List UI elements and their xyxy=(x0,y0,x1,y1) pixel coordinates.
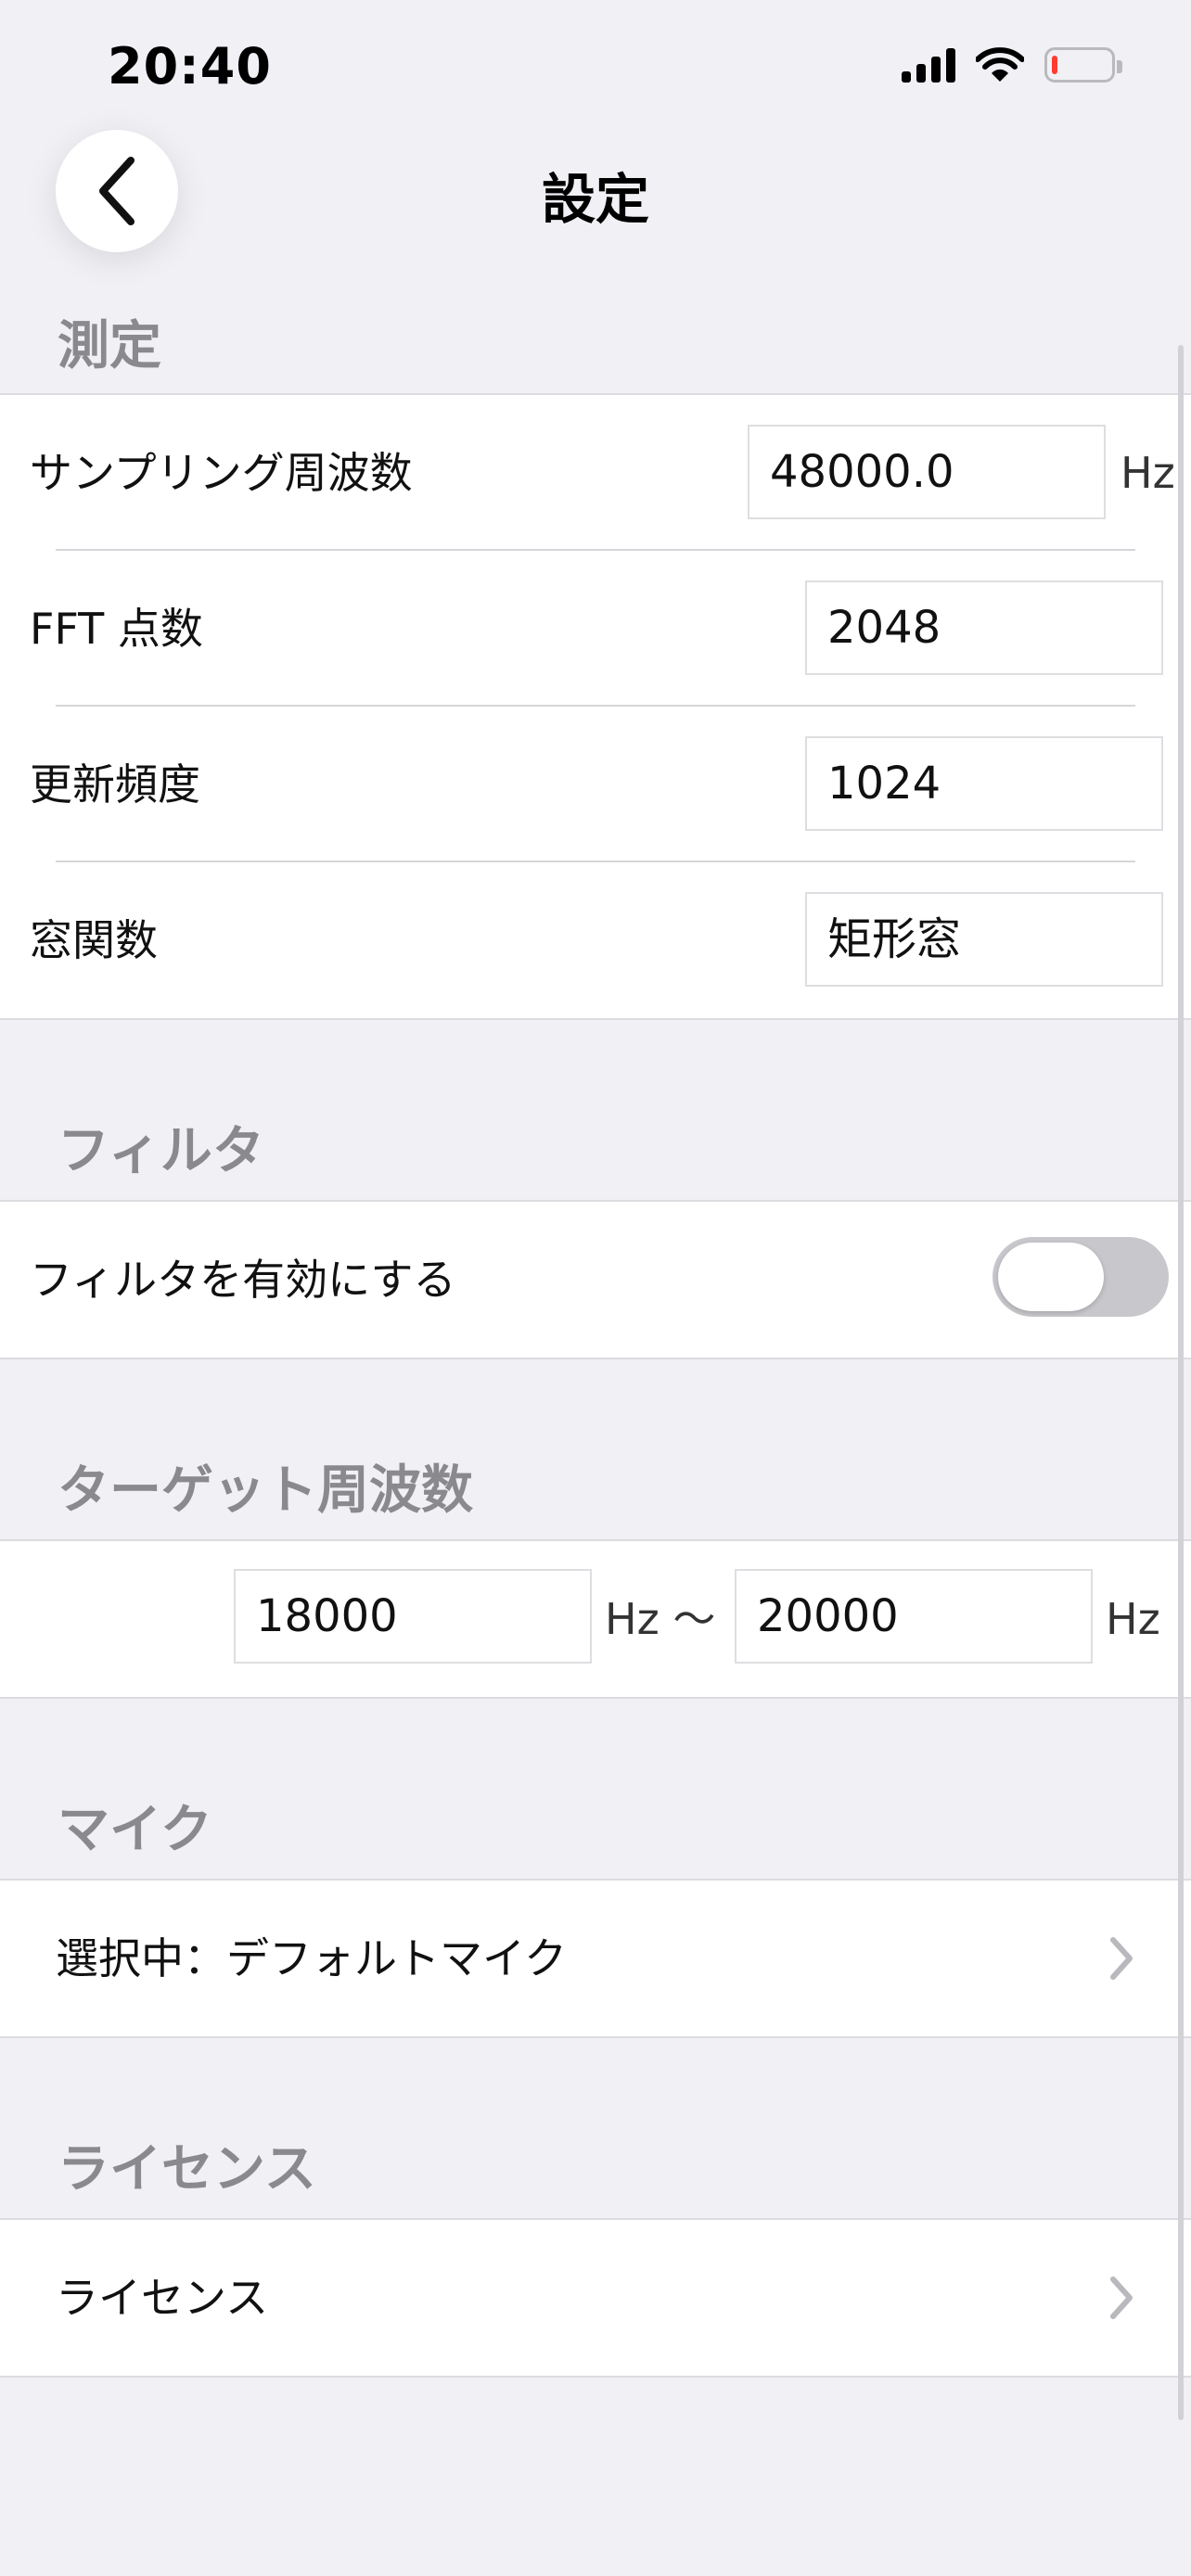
license-group: ライセンス xyxy=(0,2218,1191,2378)
window-function-input[interactable]: 矩形窓 xyxy=(805,892,1163,987)
filter-enable-row: フィルタを有効にする xyxy=(0,1202,1191,1358)
target-frequency-min-unit: Hz 〜 xyxy=(605,1594,716,1644)
mic-select-row[interactable]: 選択中：デフォルトマイク xyxy=(0,1881,1191,2036)
scroll-indicator[interactable] xyxy=(1178,345,1184,2420)
filter-enable-toggle[interactable] xyxy=(992,1237,1169,1317)
fft-points-label: FFT 点数 xyxy=(30,604,203,654)
section-header-mic: マイク xyxy=(58,1800,212,1860)
battery-level xyxy=(1052,56,1057,74)
fft-points-row: FFT 点数 2048 xyxy=(0,551,1191,707)
window-function-row: 窓関数 矩形窓 xyxy=(0,862,1191,1018)
section-header-license: ライセンス xyxy=(58,2139,316,2200)
sampling-rate-row: サンプリング周波数 48000.0 Hz xyxy=(0,395,1191,551)
wifi-icon xyxy=(976,47,1024,82)
status-bar: 20:40 xyxy=(0,0,1191,130)
chevron-right-icon xyxy=(1110,2276,1133,2319)
mic-group: 選択中：デフォルトマイク xyxy=(0,1879,1191,2038)
update-rate-row: 更新頻度 1024 xyxy=(0,707,1191,862)
measurement-group: サンプリング周波数 48000.0 Hz FFT 点数 2048 更新頻度 10… xyxy=(0,393,1191,1020)
sampling-rate-unit: Hz xyxy=(1121,448,1175,498)
toggle-knob xyxy=(998,1243,1104,1311)
sampling-rate-label: サンプリング周波数 xyxy=(30,448,413,498)
status-time: 20:40 xyxy=(108,37,272,96)
target-frequency-max-input[interactable]: 20000 xyxy=(735,1569,1093,1664)
section-header-target-frequency: ターゲット周波数 xyxy=(58,1460,473,1521)
section-header-measurement: 測定 xyxy=(58,316,161,376)
chevron-right-icon xyxy=(1110,1937,1133,1980)
window-function-label: 窓関数 xyxy=(30,915,158,965)
settings-screen: 20:40 設定 測定 サンプリング周波数 48000.0 Hz FFT 点数 … xyxy=(0,0,1191,2576)
update-rate-label: 更新頻度 xyxy=(30,759,200,810)
target-frequency-max-unit: Hz xyxy=(1106,1594,1160,1644)
target-frequency-group: 18000 Hz 〜 20000 Hz xyxy=(0,1539,1191,1699)
filter-enable-label: フィルタを有効にする xyxy=(30,1255,456,1305)
target-frequency-row: 18000 Hz 〜 20000 Hz xyxy=(0,1541,1191,1697)
cellular-signal-icon xyxy=(902,47,955,83)
status-icons xyxy=(902,46,1122,83)
license-row[interactable]: ライセンス xyxy=(0,2220,1191,2376)
update-rate-input[interactable]: 1024 xyxy=(805,736,1163,831)
fft-points-input[interactable]: 2048 xyxy=(805,580,1163,675)
filter-group: フィルタを有効にする xyxy=(0,1200,1191,1359)
mic-selected-label: 選択中：デフォルトマイク xyxy=(56,1933,568,1983)
battery-low-icon xyxy=(1044,47,1122,83)
section-header-filter: フィルタ xyxy=(58,1121,264,1181)
license-item-label: ライセンス xyxy=(56,2273,269,2323)
page-title: 設定 xyxy=(541,168,649,231)
sampling-rate-input[interactable]: 48000.0 xyxy=(748,425,1106,519)
target-frequency-min-input[interactable]: 18000 xyxy=(234,1569,592,1664)
